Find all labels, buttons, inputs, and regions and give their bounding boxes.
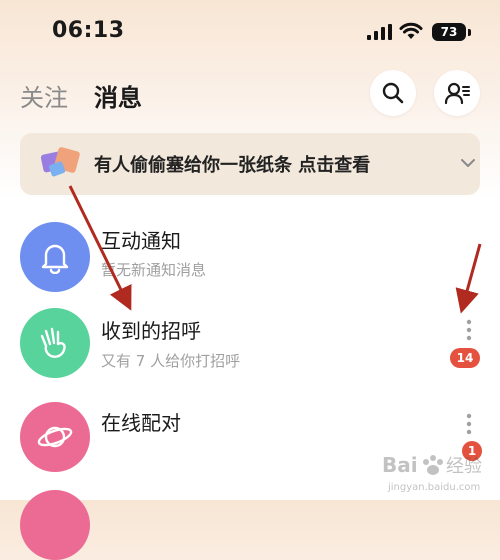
- annotation-arrow: [455, 243, 482, 314]
- svg-text:Bai: Bai: [382, 453, 418, 477]
- svg-text:经验: 经验: [446, 456, 482, 477]
- annotation-arrow: [68, 185, 132, 311]
- avatar-partial: [20, 490, 90, 560]
- baidu-watermark: Bai 经验 jingyan.baidu.com: [378, 446, 490, 496]
- annotation-arrows: [68, 185, 482, 314]
- svg-text:jingyan.baidu.com: jingyan.baidu.com: [387, 482, 480, 493]
- baidu-paw-logo: Bai 经验 jingyan.baidu.com: [382, 453, 482, 493]
